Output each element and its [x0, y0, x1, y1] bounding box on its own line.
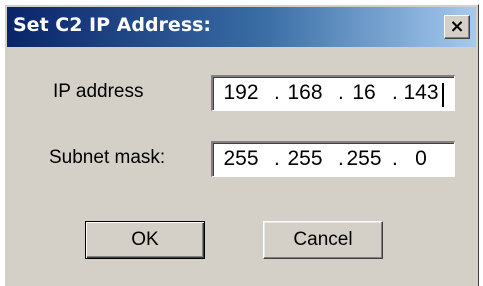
title-bar: Set C2 IP Address: × — [7, 7, 476, 47]
ip-separator: . — [338, 81, 344, 104]
dialog-title: Set C2 IP Address: — [13, 14, 212, 36]
mask-octet-4[interactable]: 0 — [401, 147, 441, 171]
cancel-button[interactable]: Cancel — [263, 221, 383, 259]
ip-address-label: IP address — [53, 81, 144, 102]
subnet-mask-label: Subnet mask: — [49, 147, 166, 168]
mask-separator: . — [274, 147, 280, 170]
ip-separator: . — [274, 81, 280, 104]
ip-octet-2[interactable]: 168 — [285, 81, 325, 105]
ip-address-field[interactable]: 192 . 168 . 16 . 143 — [211, 75, 455, 111]
set-ip-dialog: Set C2 IP Address: × IP address 192 . 16… — [4, 4, 479, 286]
ok-button[interactable]: OK — [85, 221, 205, 259]
mask-octet-3[interactable]: 255 — [344, 147, 384, 171]
text-caret — [442, 83, 444, 107]
close-icon: × — [449, 16, 465, 37]
subnet-mask-field[interactable]: 255 . 255 . 255 . 0 — [211, 141, 455, 177]
ip-separator: . — [392, 81, 398, 104]
close-button[interactable]: × — [444, 15, 470, 39]
mask-octet-1[interactable]: 255 — [221, 147, 261, 171]
ip-octet-1[interactable]: 192 — [221, 81, 261, 105]
ip-octet-4[interactable]: 143 — [401, 81, 441, 105]
mask-separator: . — [392, 147, 398, 170]
ip-octet-3[interactable]: 16 — [344, 81, 384, 105]
mask-separator: . — [338, 147, 344, 170]
mask-octet-2[interactable]: 255 — [285, 147, 325, 171]
